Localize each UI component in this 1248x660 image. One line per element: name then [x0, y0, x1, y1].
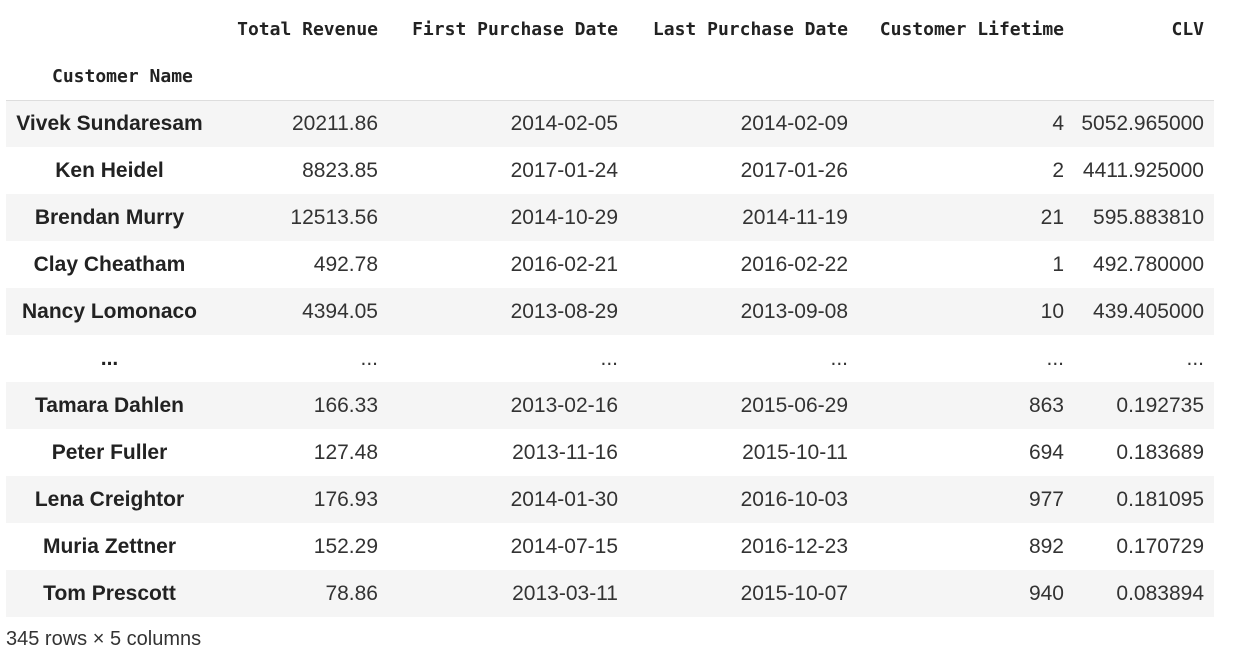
ellipsis-cell: ... [1186, 346, 1204, 370]
first-purchase-date-cell: 2016-02-21 [510, 252, 618, 276]
total-revenue-cell: 127.48 [313, 440, 378, 464]
customer-lifetime-cell: 940 [1028, 581, 1064, 605]
total-revenue-cell: 492.78 [313, 252, 378, 276]
table-row: Ken Heidel 8823.85 2017-01-24 2017-01-26… [6, 147, 1214, 194]
total-revenue-cell: 152.29 [313, 534, 378, 558]
row-index-label: Tamara Dahlen [35, 393, 184, 417]
last-purchase-date-cell: 2017-01-26 [740, 158, 848, 182]
first-purchase-date-cell: 2013-11-16 [512, 440, 618, 464]
last-purchase-date-cell: 2014-02-09 [740, 111, 848, 135]
blank-header-cell [213, 53, 388, 101]
ellipsis-cell: ... [1046, 346, 1064, 370]
row-index-label: Muria Zettner [42, 534, 176, 558]
blank-header-cell [388, 53, 628, 101]
ellipsis-cell: ... [360, 346, 378, 370]
customer-lifetime-cell: 10 [1040, 299, 1064, 323]
clv-cell: 492.780000 [1093, 252, 1204, 276]
last-purchase-date-cell: 2015-10-11 [742, 440, 848, 464]
table-row: Nancy Lomonaco 4394.05 2013-08-29 2013-0… [6, 288, 1214, 335]
row-column-count: 345 rows × 5 columns [6, 628, 202, 650]
clv-cell: 0.181095 [1116, 487, 1204, 511]
corner-cell [6, 6, 213, 53]
first-purchase-date-cell: 2017-01-24 [510, 158, 618, 182]
column-header-row: Total Revenue First Purchase Date Last P… [6, 6, 1214, 53]
clv-cell: 0.083894 [1116, 581, 1204, 605]
first-purchase-date-cell: 2013-03-11 [512, 581, 618, 605]
table-row: Tom Prescott 78.86 2013-03-11 2015-10-07… [6, 570, 1214, 617]
blank-header-cell [628, 53, 858, 101]
clv-cell: 439.405000 [1093, 299, 1204, 323]
first-purchase-date-cell: 2014-10-29 [510, 205, 618, 229]
last-purchase-date-cell: 2015-10-07 [740, 581, 848, 605]
index-name-header: Customer Name [6, 53, 213, 101]
table-row: Clay Cheatham 492.78 2016-02-21 2016-02-… [6, 241, 1214, 288]
total-revenue-cell: 4394.05 [302, 299, 378, 323]
table-body: Vivek Sundaresam 20211.86 2014-02-05 201… [6, 100, 1214, 617]
clv-cell: 0.192735 [1116, 393, 1204, 417]
last-purchase-date-cell: 2015-06-29 [740, 393, 848, 417]
column-header: CLV [1171, 19, 1204, 40]
first-purchase-date-cell: 2014-02-05 [510, 111, 618, 135]
first-purchase-date-cell: 2013-02-16 [510, 393, 618, 417]
clv-cell: 5052.965000 [1081, 111, 1204, 135]
table-row: Muria Zettner 152.29 2014-07-15 2016-12-… [6, 523, 1214, 570]
table-row: Tamara Dahlen 166.33 2013-02-16 2015-06-… [6, 382, 1214, 429]
customer-lifetime-cell: 4 [1052, 111, 1064, 135]
customer-lifetime-cell: 2 [1052, 158, 1064, 182]
last-purchase-date-cell: 2016-02-22 [740, 252, 848, 276]
dataframe-table: Total Revenue First Purchase Date Last P… [6, 6, 1214, 617]
last-purchase-date-cell: 2013-09-08 [740, 299, 848, 323]
last-purchase-date-cell: 2016-12-23 [740, 534, 848, 558]
row-index-label: Vivek Sundaresam [16, 111, 203, 135]
row-index-label: Nancy Lomonaco [21, 299, 198, 323]
ellipsis-row: ... ... ... ... ... ... [6, 335, 1214, 382]
blank-header-cell [858, 53, 1074, 101]
column-header: First Purchase Date [412, 19, 618, 40]
row-index-label: Ken Heidel [55, 158, 164, 182]
first-purchase-date-cell: 2014-07-15 [510, 534, 618, 558]
column-header: Total Revenue [237, 19, 378, 40]
ellipsis-cell: ... [830, 346, 848, 370]
blank-header-cell [1074, 53, 1214, 101]
customer-lifetime-cell: 892 [1028, 534, 1064, 558]
total-revenue-cell: 176.93 [313, 487, 378, 511]
column-header: Last Purchase Date [652, 19, 848, 40]
customer-lifetime-cell: 1 [1052, 252, 1064, 276]
dataframe-output: Total Revenue First Purchase Date Last P… [0, 0, 1248, 660]
clv-cell: 0.183689 [1116, 440, 1204, 464]
row-index-label: Tom Prescott [43, 581, 176, 605]
customer-lifetime-cell: 977 [1028, 487, 1064, 511]
last-purchase-date-cell: 2014-11-19 [742, 205, 848, 229]
table-row: Vivek Sundaresam 20211.86 2014-02-05 201… [6, 100, 1214, 147]
table-row: Peter Fuller 127.48 2013-11-16 2015-10-1… [6, 429, 1214, 476]
customer-lifetime-cell: 21 [1040, 205, 1064, 229]
row-index-label: Lena Creightor [34, 487, 185, 511]
last-purchase-date-cell: 2016-10-03 [740, 487, 848, 511]
customer-lifetime-cell: 863 [1028, 393, 1064, 417]
row-index-label: Brendan Murry [34, 205, 185, 229]
total-revenue-cell: 8823.85 [302, 158, 378, 182]
first-purchase-date-cell: 2013-08-29 [510, 299, 618, 323]
first-purchase-date-cell: 2014-01-30 [510, 487, 618, 511]
ellipsis-cell: ... [600, 346, 618, 370]
clv-cell: 595.883810 [1093, 205, 1204, 229]
total-revenue-cell: 12513.56 [290, 205, 378, 229]
total-revenue-cell: 166.33 [313, 393, 378, 417]
row-index-label: Clay Cheatham [33, 252, 186, 276]
table-row: Lena Creightor 176.93 2014-01-30 2016-10… [6, 476, 1214, 523]
table-header: Total Revenue First Purchase Date Last P… [6, 6, 1214, 101]
clv-cell: 0.170729 [1116, 534, 1204, 558]
index-name-row: Customer Name [6, 53, 1214, 101]
column-header: Customer Lifetime [879, 19, 1064, 40]
customer-lifetime-cell: 694 [1028, 440, 1064, 464]
clv-cell: 4411.925000 [1082, 158, 1204, 182]
table-row: Brendan Murry 12513.56 2014-10-29 2014-1… [6, 194, 1214, 241]
row-index-label: Peter Fuller [51, 440, 168, 464]
row-index-label: ... [100, 346, 119, 370]
total-revenue-cell: 20211.86 [291, 111, 378, 135]
total-revenue-cell: 78.86 [325, 581, 378, 605]
